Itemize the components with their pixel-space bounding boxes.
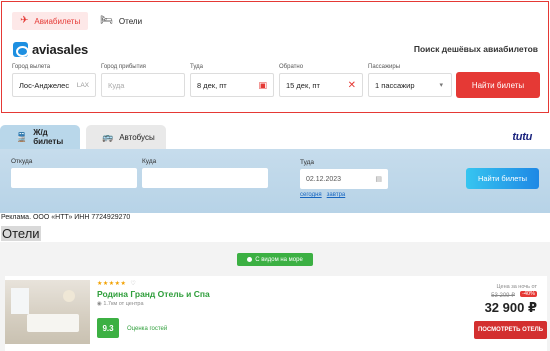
hotel-name[interactable]: Родина Гранд Отель и Спа	[97, 289, 210, 299]
chevron-down-icon: ▾	[439, 82, 443, 89]
heart-icon[interactable]: ♡	[130, 281, 136, 287]
aviasales-logo[interactable]: aviasales	[13, 42, 88, 57]
hotel-distance-text: 1.7км от центра	[103, 301, 144, 307]
destination-label: Город прибытия	[101, 64, 146, 70]
tab-flights-label: Авиабилеты	[34, 16, 81, 26]
origin-code: LAX	[76, 81, 89, 89]
star-rating: ★★★★★	[97, 281, 127, 287]
sea-view-filter-button[interactable]: С видом на море	[237, 253, 313, 266]
current-price: 32 900 ₽	[484, 300, 537, 315]
destination-input[interactable]: Куда	[101, 73, 185, 97]
train-icon: 🚆	[16, 131, 28, 142]
passengers-value: 1 пассажир	[375, 80, 415, 90]
hotel-photo[interactable]	[5, 280, 90, 344]
destination-field: Город прибытия Куда	[101, 64, 185, 97]
photo-window-shape	[11, 288, 29, 314]
depart-label: Туда	[190, 64, 203, 70]
hotel-card[interactable]: ★★★★★ ♡ Родина Гранд Отель и Спа ◉ 1.7км …	[5, 276, 547, 351]
origin-label: Город вылета	[12, 64, 51, 70]
avia-tabs: ✈ Авиабилеты 🛏 Отели	[12, 12, 150, 30]
tutu-from-field: Откуда	[11, 158, 137, 188]
quick-date-tomorrow[interactable]: завтра	[327, 192, 346, 198]
depart-field: Туда 8 дек, пт ▣	[190, 64, 274, 97]
tab-train-label: Ж/д билеты	[33, 128, 64, 146]
passengers-select[interactable]: 1 пассажир ▾	[368, 73, 452, 97]
tab-flights[interactable]: ✈ Авиабилеты	[12, 12, 89, 30]
tutu-to-field: Куда	[142, 158, 268, 188]
ad-disclaimer: Реклама. ООО «НТТ» ИНН 7724929270	[1, 214, 131, 221]
sea-view-label: С видом на море	[255, 256, 303, 263]
avia-tagline: Поиск дешёвых авиабилетов	[413, 44, 538, 54]
filter-icon	[247, 257, 253, 262]
tutu-date-field: Туда 02.12.2023 ▤ сегодня завтра	[300, 159, 388, 198]
tutu-date-label: Туда	[300, 159, 315, 166]
origin-field: Город вылета Лос-Анджелес LAX	[12, 64, 96, 97]
tutu-search-button[interactable]: Найти билеты	[466, 168, 539, 189]
old-price: 53 209 ₽	[491, 293, 515, 299]
tutu-from-input[interactable]	[11, 168, 137, 188]
destination-placeholder: Куда	[108, 80, 125, 90]
aviasales-widget: ✈ Авиабилеты 🛏 Отели aviasales Поиск деш…	[1, 1, 549, 113]
passengers-field: Пассажиры 1 пассажир ▾	[368, 64, 452, 97]
quick-date-today[interactable]: сегодня	[300, 192, 322, 198]
return-field: Обратно 15 дек, пт ✕	[279, 64, 363, 97]
tab-bus-label: Автобусы	[119, 132, 155, 142]
hotels-section: С видом на море ★★★★★ ♡ Родина Гранд Отел…	[0, 242, 550, 351]
origin-input[interactable]: Лос-Анджелес LAX	[12, 73, 96, 97]
view-hotel-button[interactable]: ПОСМОТРЕТЬ ОТЕЛЬ	[474, 321, 547, 339]
price-label: Цена за ночь от	[496, 284, 537, 290]
tutu-to-input[interactable]	[142, 168, 268, 188]
tab-hotels-label: Отели	[118, 16, 143, 26]
return-value: 15 дек, пт	[286, 80, 320, 90]
tutu-from-label: Откуда	[11, 158, 33, 165]
plane-icon: ✈	[20, 15, 29, 26]
calendar-icon[interactable]: ▤	[375, 175, 382, 183]
discount-badge: -40%	[520, 291, 537, 297]
photo-lamp-shape	[63, 290, 75, 302]
aviasales-logo-text: aviasales	[32, 42, 89, 57]
tutu-tabs: 🚆 Ж/д билеты 🚌 Автобусы	[0, 125, 166, 149]
bus-icon: 🚌	[102, 131, 114, 142]
tab-bus[interactable]: 🚌 Автобусы	[86, 125, 166, 149]
tutu-quick-dates: сегодня завтра	[300, 192, 388, 198]
tutu-to-label: Куда	[142, 158, 157, 165]
clear-icon[interactable]: ✕	[348, 80, 356, 91]
tutu-logo[interactable]: tutu	[512, 131, 532, 143]
passengers-label: Пассажиры	[368, 64, 401, 70]
hotels-heading: Отели	[1, 226, 41, 241]
origin-value: Лос-Анджелес	[19, 80, 70, 90]
tutu-date-value: 02.12.2023	[306, 175, 342, 183]
tab-train[interactable]: 🚆 Ж/д билеты	[0, 125, 80, 149]
tab-hotels[interactable]: 🛏 Отели	[92, 12, 150, 30]
location-pin-icon: ◉	[97, 301, 102, 307]
aviasales-logo-icon	[13, 42, 29, 57]
tutu-date-input[interactable]: 02.12.2023 ▤	[300, 169, 388, 189]
hotel-stars: ★★★★★ ♡	[97, 280, 136, 287]
depart-input[interactable]: 8 дек, пт ▣	[190, 73, 274, 97]
avia-search-button[interactable]: Найти билеты	[456, 72, 540, 98]
hotel-score-label: Оценка гостей	[127, 326, 168, 332]
photo-bed-shape	[27, 314, 79, 332]
bed-icon: 🛏	[100, 15, 113, 26]
hotel-distance: ◉ 1.7км от центра	[97, 301, 144, 307]
return-label: Обратно	[279, 64, 304, 70]
return-input[interactable]: 15 дек, пт ✕	[279, 73, 363, 97]
hotel-score-badge: 9.3	[97, 318, 119, 338]
calendar-icon[interactable]: ▣	[258, 80, 267, 91]
depart-value: 8 дек, пт	[197, 80, 227, 90]
tutu-search-panel: Откуда Куда Туда 02.12.2023 ▤ сегодня за…	[0, 149, 550, 213]
